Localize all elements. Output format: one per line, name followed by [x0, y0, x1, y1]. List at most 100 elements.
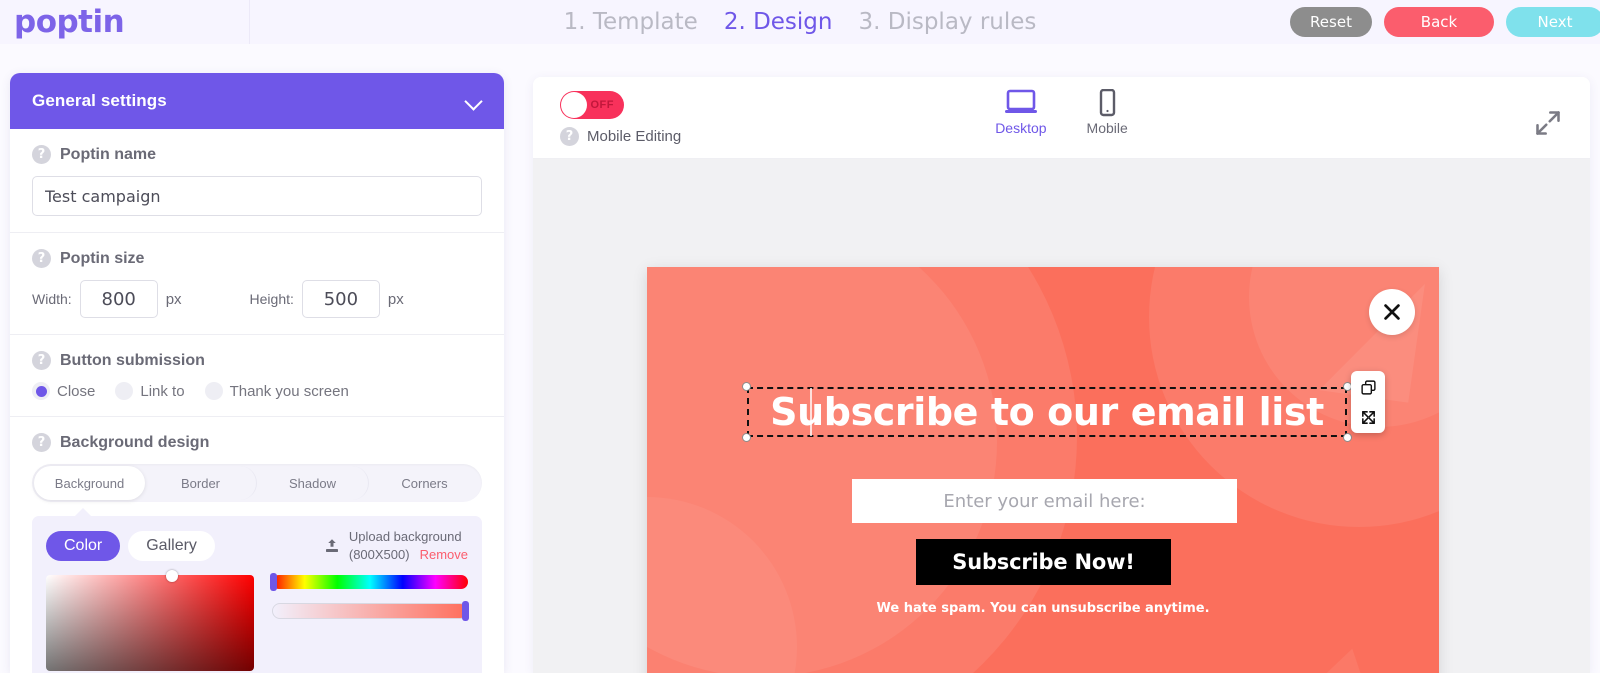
alpha-slider-knob[interactable]: [462, 601, 469, 622]
desktop-icon: [1004, 89, 1037, 113]
general-settings-header[interactable]: General settings: [10, 73, 504, 129]
move-element-button[interactable]: [1359, 408, 1377, 426]
width-unit: px: [165, 290, 182, 308]
upload-background-label: Upload background: [348, 529, 462, 544]
size-inputs-row: Width: px Height: px: [32, 280, 482, 318]
tab-shadow[interactable]: Shadow: [257, 466, 369, 500]
popup-preview[interactable]: Subscribe to our email list Enter your e…: [647, 267, 1439, 673]
email-input-field[interactable]: Enter your email here:: [852, 479, 1237, 523]
help-icon[interactable]: ?: [32, 433, 51, 452]
poptin-size-label: Poptin size: [60, 249, 145, 267]
reset-button[interactable]: Reset: [1290, 7, 1372, 37]
decor-triangle: [1257, 631, 1421, 673]
upload-sub-row: (800X500) Remove: [349, 546, 468, 564]
button-submission-options: Close Link to Thank you screen: [32, 382, 482, 400]
radio-close[interactable]: Close: [32, 382, 95, 400]
help-icon[interactable]: ?: [32, 249, 51, 268]
fineprint-text: We hate spam. You can unsubscribe anytim…: [876, 601, 1210, 616]
top-bar: poptin 1. Template 2. Design 3. Display …: [0, 0, 1600, 44]
height-input[interactable]: [301, 280, 380, 318]
height-unit: px: [387, 290, 404, 308]
tab-corners[interactable]: Corners: [369, 466, 480, 500]
help-icon[interactable]: ?: [32, 145, 51, 164]
duplicate-element-button[interactable]: [1359, 378, 1377, 396]
background-mode-row: Color Gallery Upload background (800X500…: [46, 528, 468, 563]
section-button-submission: ? Button submission Close Link to Thank …: [10, 335, 504, 417]
sv-knob[interactable]: [166, 570, 178, 583]
radio-indicator: [32, 382, 50, 400]
radio-thank-you-label: Thank you screen: [229, 382, 349, 400]
color-sliders: [270, 573, 469, 671]
expand-canvas-button[interactable]: [1534, 109, 1562, 142]
device-mobile-label: Mobile: [1086, 120, 1128, 136]
remove-background-link[interactable]: Remove: [420, 546, 468, 564]
upload-icon: [325, 538, 338, 552]
device-desktop[interactable]: Desktop: [995, 89, 1047, 136]
radio-indicator: [115, 382, 134, 400]
chevron-down-icon: [466, 93, 482, 109]
logo-text: poptin: [14, 3, 125, 40]
step-template[interactable]: 1. Template: [564, 9, 698, 35]
next-button[interactable]: Next: [1506, 7, 1600, 37]
section-poptin-name: ? Poptin name: [10, 129, 504, 233]
width-input[interactable]: [79, 280, 158, 318]
radio-link-to[interactable]: Link to: [115, 382, 185, 400]
step-design[interactable]: 2. Design: [724, 9, 833, 35]
radio-link-to-label: Link to: [140, 382, 185, 400]
background-design-label-row: ? Background design: [32, 433, 482, 452]
element-toolbar: [1351, 371, 1385, 433]
brand-logo[interactable]: poptin: [0, 0, 250, 44]
section-background-design: ? Background design Background Border Sh…: [10, 417, 504, 673]
canvas-panel: OFF ? Mobile Editing Desktop Mobile Subs…: [533, 77, 1590, 673]
radio-indicator: [204, 382, 223, 400]
popup-close-button[interactable]: [1369, 289, 1415, 335]
general-settings-panel: General settings ? Poptin name ? Poptin …: [10, 73, 504, 673]
device-desktop-label: Desktop: [995, 120, 1047, 136]
headline-element[interactable]: Subscribe to our email list: [742, 371, 1385, 442]
saturation-value-area[interactable]: [46, 570, 254, 672]
background-design-label: Background design: [60, 433, 210, 451]
upload-background-control[interactable]: Upload background (800X500) Remove: [323, 528, 468, 563]
button-submission-label: Button submission: [60, 351, 205, 369]
canvas-stage: Subscribe to our email list Enter your e…: [533, 159, 1590, 673]
general-settings-title: General settings: [32, 91, 167, 110]
tab-background[interactable]: Background: [34, 466, 145, 500]
poptin-size-label-row: ? Poptin size: [32, 249, 482, 268]
top-actions: Reset Back Next: [1290, 0, 1600, 44]
mobile-icon: [1099, 89, 1116, 117]
poptin-name-input[interactable]: [32, 176, 482, 216]
background-mode-gallery[interactable]: Gallery: [128, 530, 215, 561]
headline-text[interactable]: Subscribe to our email list: [747, 387, 1347, 437]
background-design-tabs: Background Border Shadow Corners: [32, 464, 482, 502]
poptin-editor-app: poptin 1. Template 2. Design 3. Display …: [0, 0, 1600, 673]
decor-circle: [647, 497, 797, 673]
radio-close-label: Close: [57, 382, 96, 400]
button-submission-label-row: ? Button submission: [32, 351, 482, 370]
poptin-name-label: Poptin name: [60, 145, 157, 163]
hue-slider-knob[interactable]: [270, 573, 277, 592]
radio-thank-you-screen[interactable]: Thank you screen: [204, 382, 349, 400]
background-options-box: Color Gallery Upload background (800X500…: [32, 507, 482, 673]
poptin-name-label-row: ? Poptin name: [32, 145, 482, 164]
step-display-rules[interactable]: 3. Display rules: [858, 9, 1036, 35]
expand-arrows-icon: [1536, 111, 1560, 135]
back-button[interactable]: Back: [1384, 7, 1494, 37]
tab-border[interactable]: Border: [145, 466, 257, 500]
device-switch: Desktop Mobile: [533, 89, 1590, 136]
help-icon[interactable]: ?: [32, 351, 51, 370]
hue-slider[interactable]: [270, 573, 468, 592]
subscribe-button[interactable]: Subscribe Now!: [916, 539, 1171, 585]
color-picker: [46, 570, 469, 672]
canvas-toolbar: OFF ? Mobile Editing Desktop Mobile: [533, 77, 1590, 159]
move-arrows-icon: [1361, 410, 1375, 424]
device-mobile[interactable]: Mobile: [1087, 89, 1128, 136]
copy-icon: [1360, 379, 1376, 395]
height-label: Height:: [249, 291, 294, 307]
width-label: Width:: [32, 291, 72, 307]
alpha-slider[interactable]: [272, 601, 469, 622]
background-mode-color[interactable]: Color: [46, 530, 121, 561]
section-poptin-size: ? Poptin size Width: px Height: px: [10, 233, 504, 335]
upload-texts: Upload background (800X500) Remove: [349, 528, 468, 563]
upload-dimensions: (800X500): [348, 546, 410, 562]
close-icon: [1384, 304, 1400, 320]
